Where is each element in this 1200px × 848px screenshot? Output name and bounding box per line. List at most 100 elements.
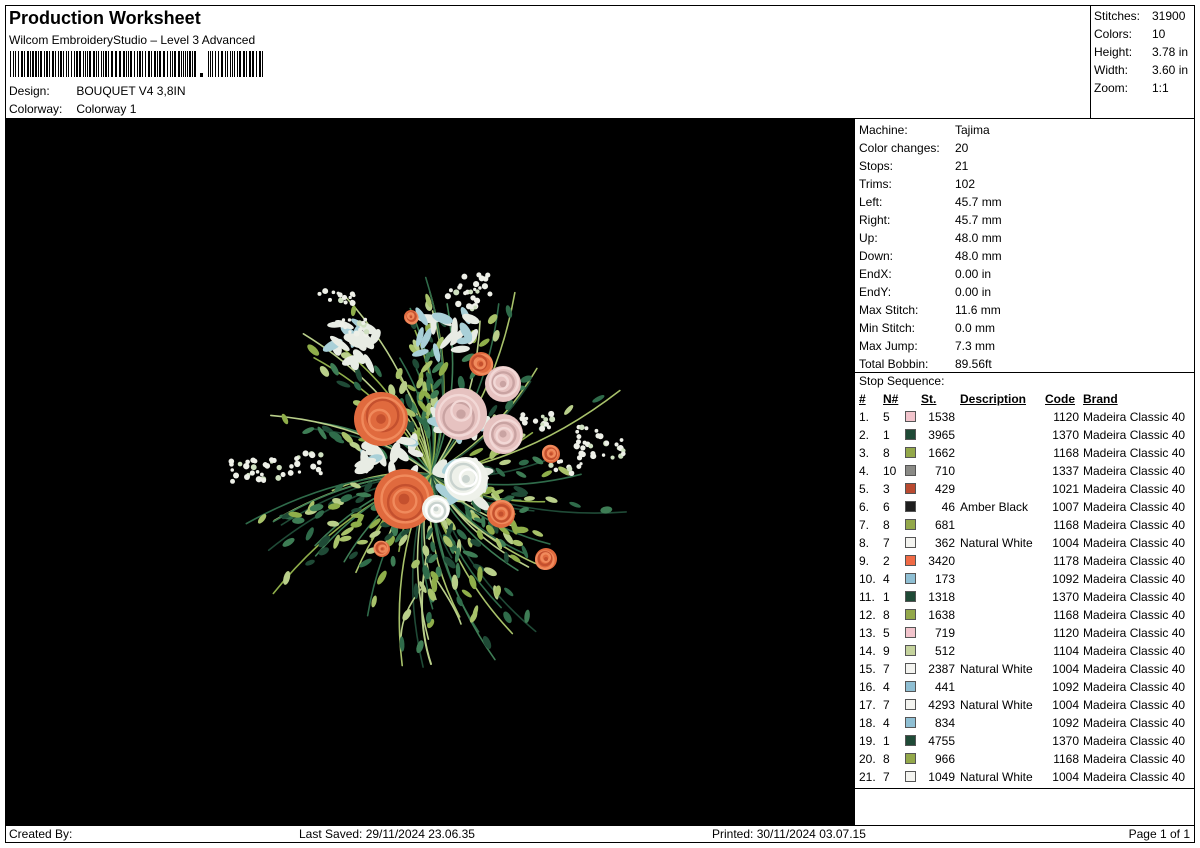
page-number: Page 1 of 1	[1128, 827, 1190, 841]
stop-description	[955, 642, 1045, 660]
stop-code: 1092	[1052, 680, 1079, 694]
machine-label: Down:	[859, 249, 894, 263]
color-swatch	[905, 735, 916, 746]
stop-description	[955, 426, 1045, 444]
stop-brand: Madeira Classic 40	[1083, 680, 1186, 694]
colorway-value: Colorway 1	[76, 102, 137, 116]
machine-value: 0.00 in	[955, 267, 992, 281]
stop-needle: 7	[883, 698, 890, 712]
stop-needle: 1	[883, 734, 890, 748]
design-label: Design:	[9, 84, 50, 98]
stat-row: Colors: 10	[1094, 25, 1194, 43]
machine-label: Stops:	[859, 159, 894, 173]
stop-row: 12. 8 1638 1168 Madeira Classic 40	[859, 606, 1194, 624]
color-swatch	[905, 591, 916, 602]
stop-index: 10.	[859, 572, 876, 586]
stop-stitches: 710	[934, 464, 955, 478]
stop-index: 16.	[859, 680, 876, 694]
stop-stitches: 3965	[928, 428, 955, 442]
stop-description	[955, 732, 1045, 750]
stop-row: 5. 3 429 1021 Madeira Classic 40	[859, 480, 1194, 498]
stop-row: 7. 8 681 1168 Madeira Classic 40	[859, 516, 1194, 534]
stop-brand: Madeira Classic 40	[1083, 770, 1186, 784]
stop-needle: 1	[883, 590, 890, 604]
stop-row: 19. 1 4755 1370 Madeira Classic 40	[859, 732, 1194, 750]
stop-swatch	[905, 408, 921, 426]
stop-stitches: 441	[934, 680, 955, 694]
machine-label: Max Stitch:	[859, 303, 919, 317]
stop-description: Natural White	[960, 698, 1033, 712]
stop-description: Natural White	[960, 536, 1033, 550]
stop-needle: 8	[883, 446, 890, 460]
machine-label: Total Bobbin:	[859, 357, 929, 371]
machine-value: 45.7 mm	[955, 213, 1002, 227]
stat-value: 3.78 in	[1152, 45, 1189, 59]
stat-value: 1:1	[1152, 81, 1169, 95]
stop-needle: 5	[883, 410, 890, 424]
color-swatch	[905, 771, 916, 782]
stop-brand: Madeira Classic 40	[1083, 752, 1186, 766]
stop-brand: Madeira Classic 40	[1083, 518, 1186, 532]
machine-row: Max Stitch: 11.6 mm	[859, 301, 1194, 319]
stop-brand: Madeira Classic 40	[1083, 464, 1186, 478]
page-title: Production Worksheet	[9, 8, 201, 28]
color-swatch	[905, 681, 916, 692]
worksheet-footer: Created By: Last Saved: 29/11/2024 23.06…	[6, 825, 1194, 843]
color-swatch	[905, 717, 916, 728]
stop-row: 15. 7 2387 Natural White 1004 Madeira Classic…	[859, 660, 1194, 678]
stop-code: 1004	[1052, 770, 1079, 784]
machine-label: Right:	[859, 213, 891, 227]
stat-row: Stitches: 31900	[1094, 7, 1194, 25]
stop-code: 1370	[1052, 734, 1079, 748]
stop-sequence: Stop Sequence: # N# St. Description Code…	[855, 373, 1195, 786]
stop-index: 1.	[859, 410, 870, 424]
stop-row: 13. 5 719 1120 Madeira Classic 40	[859, 624, 1194, 642]
stop-code: 1168	[1053, 608, 1079, 622]
machine-label: EndX:	[859, 267, 892, 281]
stop-code: 1168	[1053, 446, 1079, 460]
machine-row: Total Bobbin: 89.56ft	[859, 355, 1194, 373]
stop-index: 6.	[859, 500, 870, 514]
stop-stitches: 966	[934, 752, 955, 766]
stop-stitches: 4755	[928, 734, 955, 748]
machine-value: 45.7 mm	[955, 195, 1002, 209]
stop-row: 17. 7 4293 Natural White 1004 Madeira Classic…	[859, 696, 1194, 714]
stop-description: Natural White	[960, 662, 1033, 676]
stop-index: 18.	[859, 716, 876, 730]
stop-stitches: 1662	[928, 446, 955, 460]
machine-row: Down: 48.0 mm	[859, 247, 1194, 265]
machine-value: 11.6 mm	[955, 303, 1001, 317]
stop-needle: 7	[883, 770, 890, 784]
col-needle: N#	[883, 392, 899, 406]
design-row: Design: BOUQUET V4 3,8IN	[9, 84, 186, 98]
stop-row: 4. 10 710 1337 Madeira Classic 40	[859, 462, 1194, 480]
stop-row: 3. 8 1662 1168 Madeira Classic 40	[859, 444, 1194, 462]
bouquet-embroidery-image	[228, 272, 627, 668]
stop-description	[955, 444, 1045, 462]
machine-row: Stops: 21	[859, 157, 1194, 175]
stop-swatch	[905, 498, 921, 516]
stop-index: 13.	[859, 626, 876, 640]
color-swatch	[905, 627, 916, 638]
stop-brand: Madeira Classic 40	[1083, 446, 1186, 460]
stop-index: 14.	[859, 644, 876, 658]
stat-label: Width:	[1094, 63, 1129, 77]
color-swatch	[905, 501, 916, 512]
stop-description	[955, 714, 1045, 732]
stop-needle: 4	[883, 716, 890, 730]
stop-swatch	[905, 426, 921, 444]
machine-row: EndX: 0.00 in	[859, 265, 1194, 283]
stop-index: 15.	[859, 662, 876, 676]
stop-swatch	[905, 444, 921, 462]
stop-sequence-caption: Stop Sequence:	[859, 374, 945, 388]
stop-swatch	[905, 588, 921, 606]
stop-code: 1092	[1052, 572, 1079, 586]
stop-stitches: 362	[934, 536, 955, 550]
stop-code: 1004	[1052, 536, 1079, 550]
color-swatch	[905, 483, 916, 494]
stop-stitches: 173	[934, 572, 955, 586]
stop-needle: 1	[883, 428, 890, 442]
machine-label: Left:	[859, 195, 883, 209]
stop-index: 21.	[859, 770, 876, 784]
stop-swatch	[905, 516, 921, 534]
